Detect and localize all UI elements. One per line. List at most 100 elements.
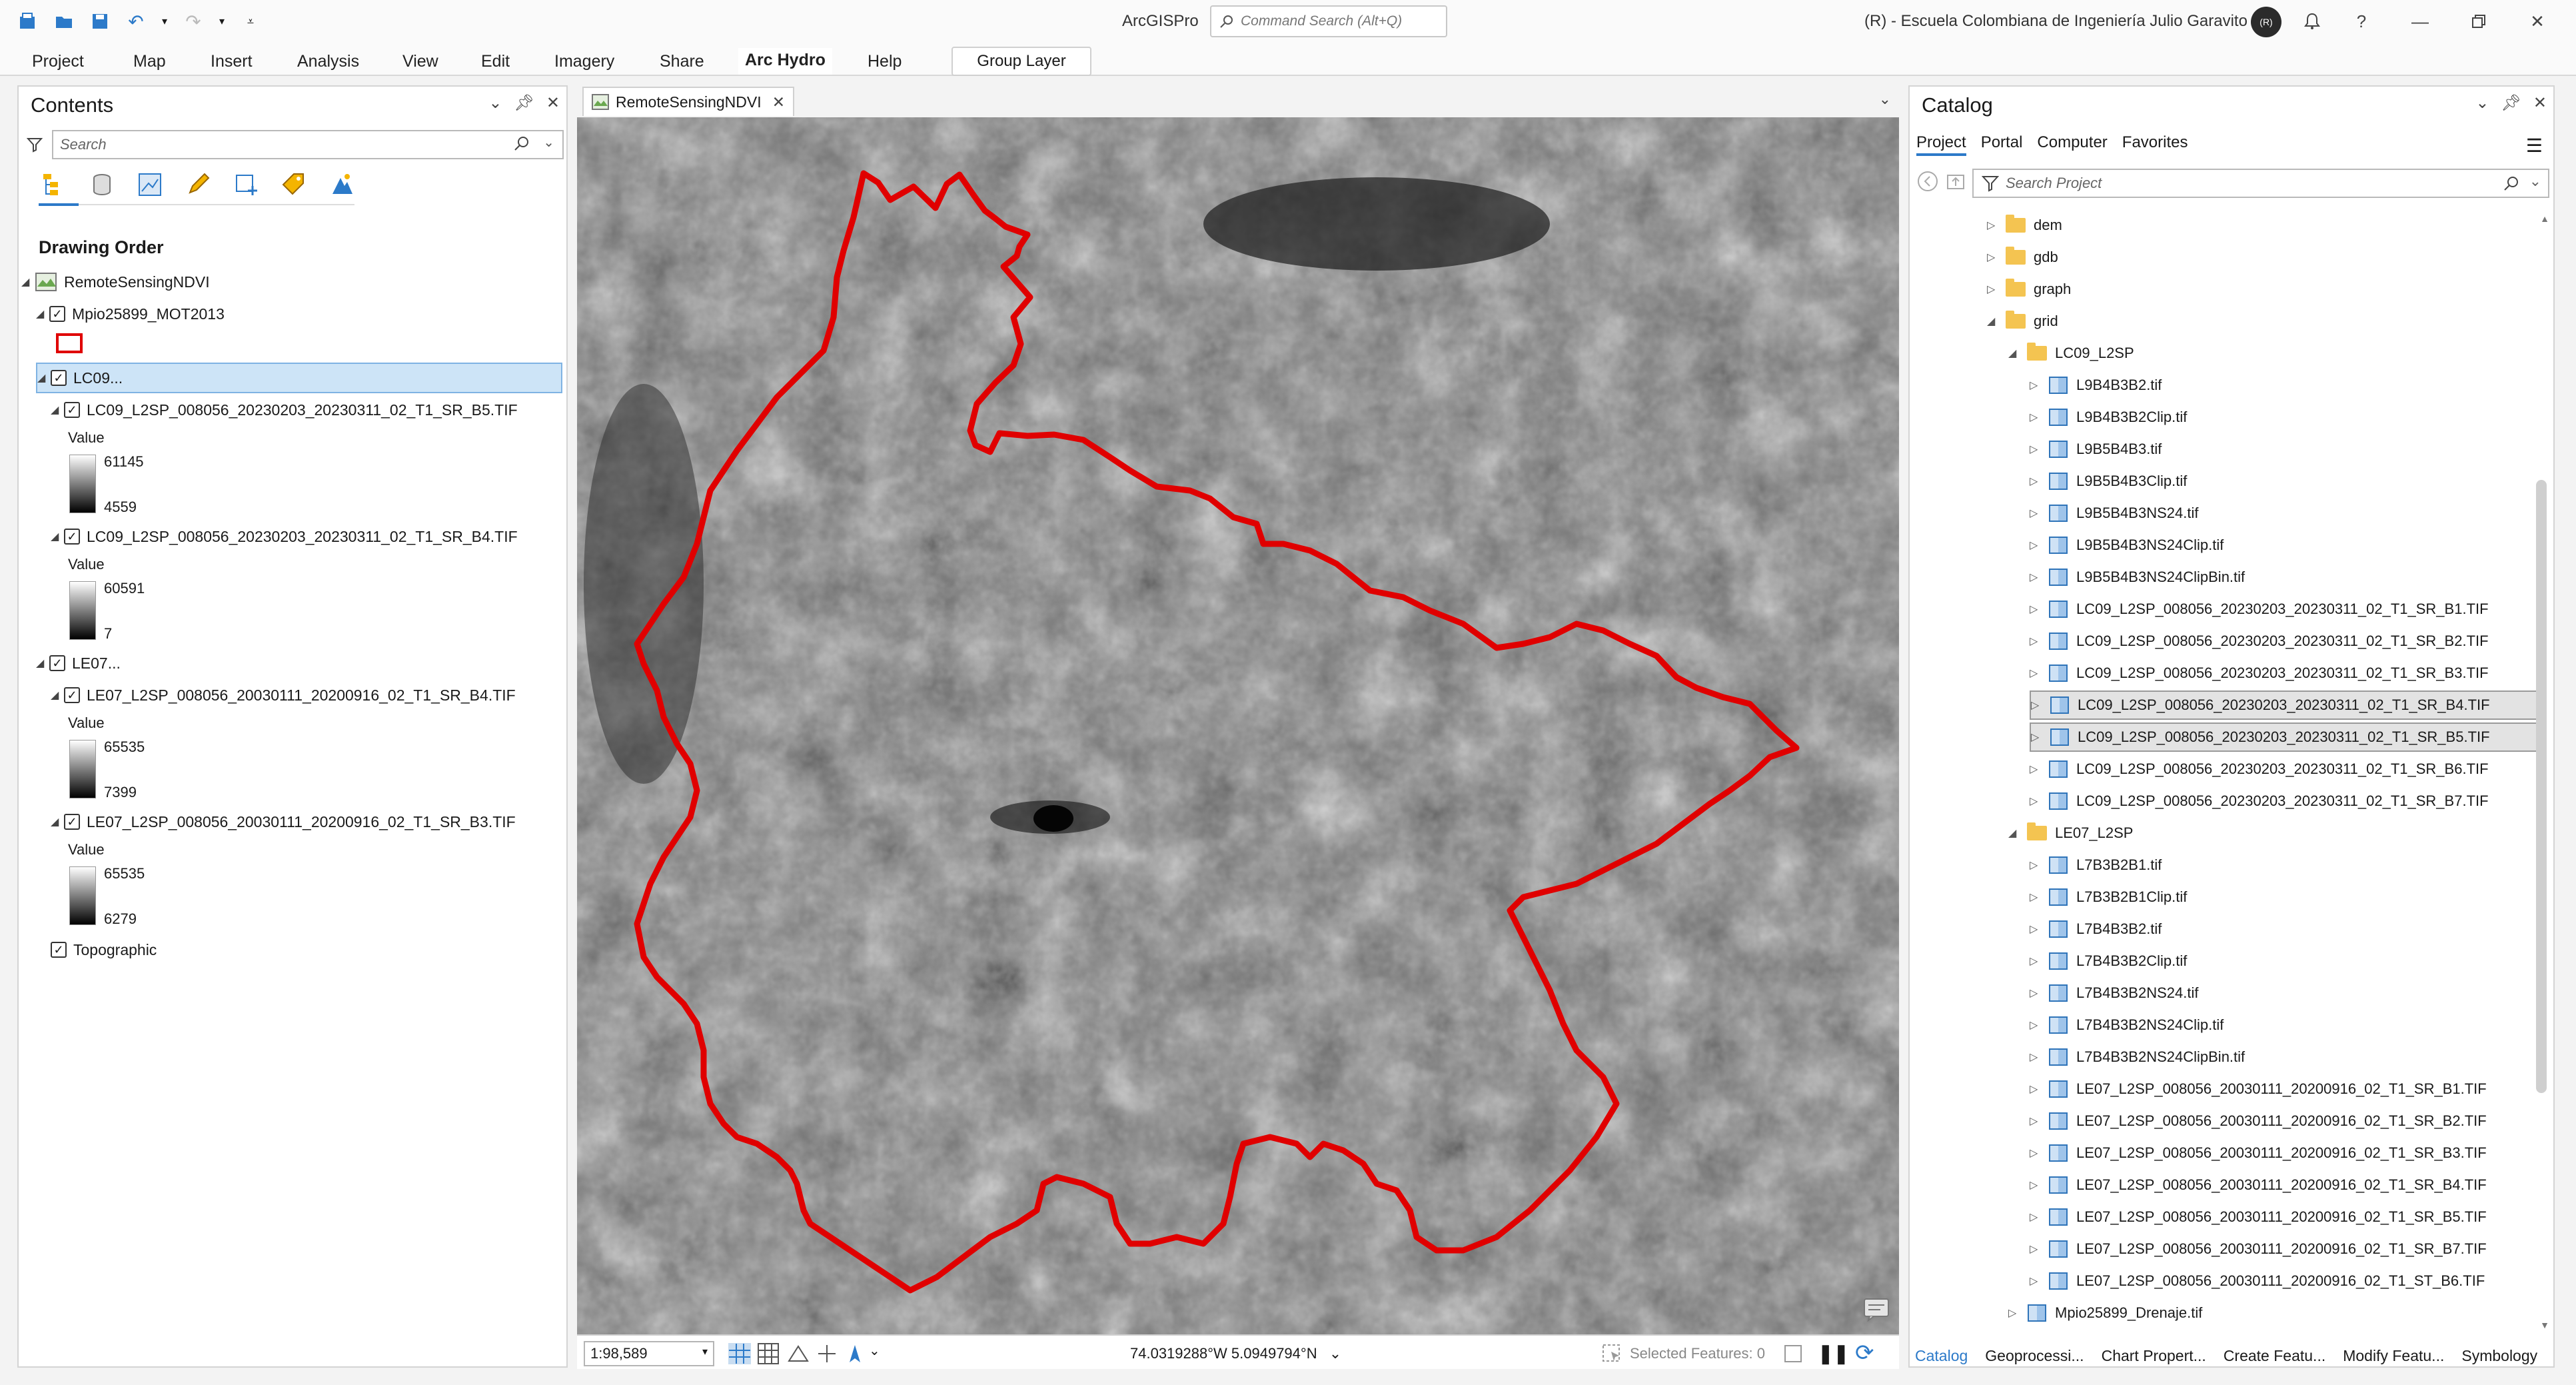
visibility-checkbox[interactable]: ✓ bbox=[64, 687, 80, 703]
expand-arrow-icon[interactable]: ▷ bbox=[2030, 507, 2047, 520]
customize-qat-icon[interactable]: ⩡ bbox=[237, 8, 264, 35]
stretch-color-ramp[interactable] bbox=[69, 866, 96, 925]
redo-icon[interactable]: ↷ bbox=[180, 8, 207, 35]
expand-arrow-icon[interactable]: ▷ bbox=[2030, 1146, 2047, 1160]
collapse-arrow-icon[interactable]: ◢ bbox=[21, 275, 35, 289]
catalog-raster-item[interactable]: ▷ LC09_L2SP_008056_20230203_20230311_02_T… bbox=[2030, 754, 2489, 784]
refresh-icon[interactable]: ⟳ bbox=[1855, 1340, 1874, 1366]
pause-drawing-icon[interactable]: ❚❚ bbox=[1818, 1342, 1849, 1364]
visibility-checkbox[interactable]: ✓ bbox=[64, 402, 80, 418]
collapse-arrow-icon[interactable]: ◢ bbox=[51, 530, 64, 543]
expand-arrow-icon[interactable]: ▷ bbox=[2030, 539, 2047, 552]
filter-icon[interactable] bbox=[27, 137, 43, 153]
visibility-checkbox[interactable]: ✓ bbox=[51, 370, 67, 386]
expand-arrow-icon[interactable]: ▷ bbox=[2030, 379, 2047, 392]
pin-icon[interactable]: 📌︎ bbox=[2501, 93, 2521, 113]
collapse-arrow-icon[interactable]: ◢ bbox=[51, 815, 64, 828]
list-by-drawing-order-icon[interactable] bbox=[39, 169, 69, 200]
layer-group-lc09[interactable]: ◢ ✓ LC09... bbox=[36, 363, 562, 393]
open-project-icon[interactable] bbox=[51, 8, 77, 35]
tab-group-layer[interactable]: Group Layer bbox=[952, 47, 1091, 76]
minimize-icon[interactable]: — bbox=[2407, 8, 2433, 35]
command-search-input[interactable]: Command Search (Alt+Q) bbox=[1210, 5, 1447, 37]
catalog-raster-item[interactable]: ▷ L9B5B4B3.tif bbox=[2030, 435, 2162, 464]
catalog-raster-item[interactable]: ▷ L7B3B2B1.tif bbox=[2030, 850, 2162, 880]
chevron-down-icon[interactable]: ⌄ bbox=[2529, 173, 2541, 190]
visibility-checkbox[interactable]: ✓ bbox=[64, 814, 80, 830]
chevron-down-icon[interactable]: ⌄ bbox=[2475, 93, 2489, 113]
catalog-raster-item[interactable]: ▷ LE07_L2SP_008056_20030111_20200916_02_T… bbox=[2030, 1138, 2487, 1168]
contents-search-input[interactable]: Search ⌄ bbox=[51, 130, 564, 159]
collapse-arrow-icon[interactable]: ◢ bbox=[36, 307, 49, 321]
grid-icon[interactable] bbox=[757, 1342, 780, 1370]
tab-analysis[interactable]: Analysis bbox=[291, 48, 366, 75]
catalog-raster-item[interactable]: ▷ LC09_L2SP_008056_20230203_20230311_02_T… bbox=[2030, 595, 2489, 624]
close-icon[interactable]: ✕ bbox=[546, 93, 560, 113]
expand-arrow-icon[interactable]: ▷ bbox=[1987, 219, 2004, 232]
scroll-up-arrow-icon[interactable]: ▲ bbox=[2540, 213, 2549, 224]
expand-arrow-icon[interactable]: ▷ bbox=[2030, 1050, 2047, 1064]
tab-map[interactable]: Map bbox=[127, 48, 173, 75]
undo-icon[interactable]: ↶ bbox=[123, 8, 149, 35]
catalog-tab-computer[interactable]: Computer bbox=[2037, 133, 2107, 156]
catalog-raster-item[interactable]: ▷ LC09_L2SP_008056_20230203_20230311_02_T… bbox=[2030, 659, 2489, 688]
catalog-raster-item[interactable]: ▷ L9B4B3B2.tif bbox=[2030, 371, 2162, 400]
tab-chart-properties[interactable]: Chart Propert... bbox=[2102, 1347, 2206, 1365]
list-by-editing-icon[interactable] bbox=[183, 169, 213, 200]
collapse-arrow-icon[interactable]: ◢ bbox=[1987, 315, 2004, 328]
catalog-raster-item[interactable]: ▷ L9B4B3B2Clip.tif bbox=[2030, 403, 2187, 432]
chevron-down-icon[interactable]: ▾ bbox=[702, 1345, 708, 1358]
expand-arrow-icon[interactable]: ▷ bbox=[2030, 571, 2047, 584]
list-by-selection-icon[interactable] bbox=[135, 169, 165, 200]
undo-dropdown-icon[interactable]: ▾ bbox=[159, 8, 171, 35]
layer-le07-b3[interactable]: ◢ ✓ LE07_L2SP_008056_20030111_20200916_0… bbox=[51, 806, 516, 837]
stretch-color-ramp[interactable] bbox=[69, 455, 96, 513]
scroll-down-arrow-icon[interactable]: ▼ bbox=[2540, 1320, 2549, 1330]
expand-arrow-icon[interactable]: ▷ bbox=[2030, 1114, 2047, 1128]
tab-edit[interactable]: Edit bbox=[474, 48, 516, 75]
expand-arrow-icon[interactable]: ▷ bbox=[2030, 1210, 2047, 1224]
tab-symbology[interactable]: Symbology bbox=[2461, 1347, 2537, 1365]
expand-arrow-icon[interactable]: ▷ bbox=[2030, 411, 2047, 424]
expand-arrow-icon[interactable]: ▷ bbox=[2030, 1082, 2047, 1096]
constraints-icon[interactable] bbox=[786, 1342, 810, 1370]
close-window-icon[interactable]: ✕ bbox=[2524, 8, 2551, 35]
catalog-raster-item[interactable]: ▷ LE07_L2SP_008056_20030111_20200916_02_T… bbox=[2030, 1106, 2487, 1136]
clear-selection-icon[interactable] bbox=[1783, 1344, 1803, 1368]
select-features-icon[interactable] bbox=[1601, 1342, 1623, 1370]
catalog-raster-item[interactable]: ▷ LC09_L2SP_008056_20230203_20230311_02_T… bbox=[2030, 627, 2489, 656]
hamburger-menu-icon[interactable]: ☰ bbox=[2526, 135, 2543, 157]
catalog-raster-item[interactable]: ▷ Mpio25899_Drenaje.tif bbox=[2008, 1298, 2202, 1328]
layer-lc09-b5[interactable]: ◢ ✓ LC09_L2SP_008056_20230203_20230311_0… bbox=[51, 395, 518, 425]
expand-arrow-icon[interactable]: ▷ bbox=[1987, 251, 2004, 264]
catalog-raster-item[interactable]: ▷ LE07_L2SP_008056_20030111_20200916_02_T… bbox=[2030, 1234, 2487, 1264]
catalog-item-le07-folder[interactable]: ◢ LE07_L2SP bbox=[2008, 818, 2133, 848]
catalog-raster-item[interactable]: ▷ L9B5B4B3NS24ClipBin.tif bbox=[2030, 563, 2245, 592]
search-icon[interactable] bbox=[2503, 175, 2520, 193]
tab-modify-features[interactable]: Modify Featu... bbox=[2343, 1347, 2444, 1365]
catalog-search-input[interactable]: Search Project ⌄ bbox=[1972, 169, 2549, 198]
list-by-snapping-icon[interactable] bbox=[231, 169, 261, 200]
pin-icon[interactable]: 📌︎ bbox=[514, 93, 534, 113]
expand-arrow-icon[interactable]: ▷ bbox=[2008, 1306, 2026, 1320]
catalog-raster-item[interactable]: ▷ L9B5B4B3NS24Clip.tif bbox=[2030, 531, 2224, 560]
collapse-arrow-icon[interactable]: ◢ bbox=[36, 657, 49, 670]
catalog-raster-item[interactable]: ▷ L7B4B3B2NS24ClipBin.tif bbox=[2030, 1042, 2245, 1072]
tab-share[interactable]: Share bbox=[653, 48, 711, 75]
polygon-symbol-swatch[interactable] bbox=[56, 333, 83, 353]
catalog-raster-item[interactable]: ▷ L7B4B3B2NS24Clip.tif bbox=[2030, 1010, 2224, 1040]
help-icon[interactable]: ? bbox=[2348, 8, 2375, 35]
catalog-raster-item[interactable]: ▷ LE07_L2SP_008056_20030111_20200916_02_T… bbox=[2030, 1202, 2487, 1232]
list-by-perspective-icon[interactable] bbox=[326, 169, 357, 200]
expand-arrow-icon[interactable]: ▷ bbox=[2031, 730, 2048, 744]
expand-arrow-icon[interactable]: ▷ bbox=[2030, 794, 2047, 808]
collapse-arrow-icon[interactable]: ◢ bbox=[2008, 347, 2026, 360]
tab-map-view[interactable]: RemoteSensingNDVI ✕ bbox=[582, 87, 794, 116]
expand-arrow-icon[interactable]: ▷ bbox=[2031, 698, 2048, 712]
collapse-arrow-icon[interactable]: ◢ bbox=[37, 371, 51, 385]
list-by-labeling-icon[interactable] bbox=[279, 169, 309, 200]
collapse-arrow-icon[interactable]: ◢ bbox=[2008, 826, 2026, 840]
tab-imagery[interactable]: Imagery bbox=[548, 48, 621, 75]
tab-catalog[interactable]: Catalog bbox=[1915, 1347, 1968, 1365]
catalog-raster-item[interactable]: ▷ L7B4B3B2NS24.tif bbox=[2030, 978, 2198, 1008]
